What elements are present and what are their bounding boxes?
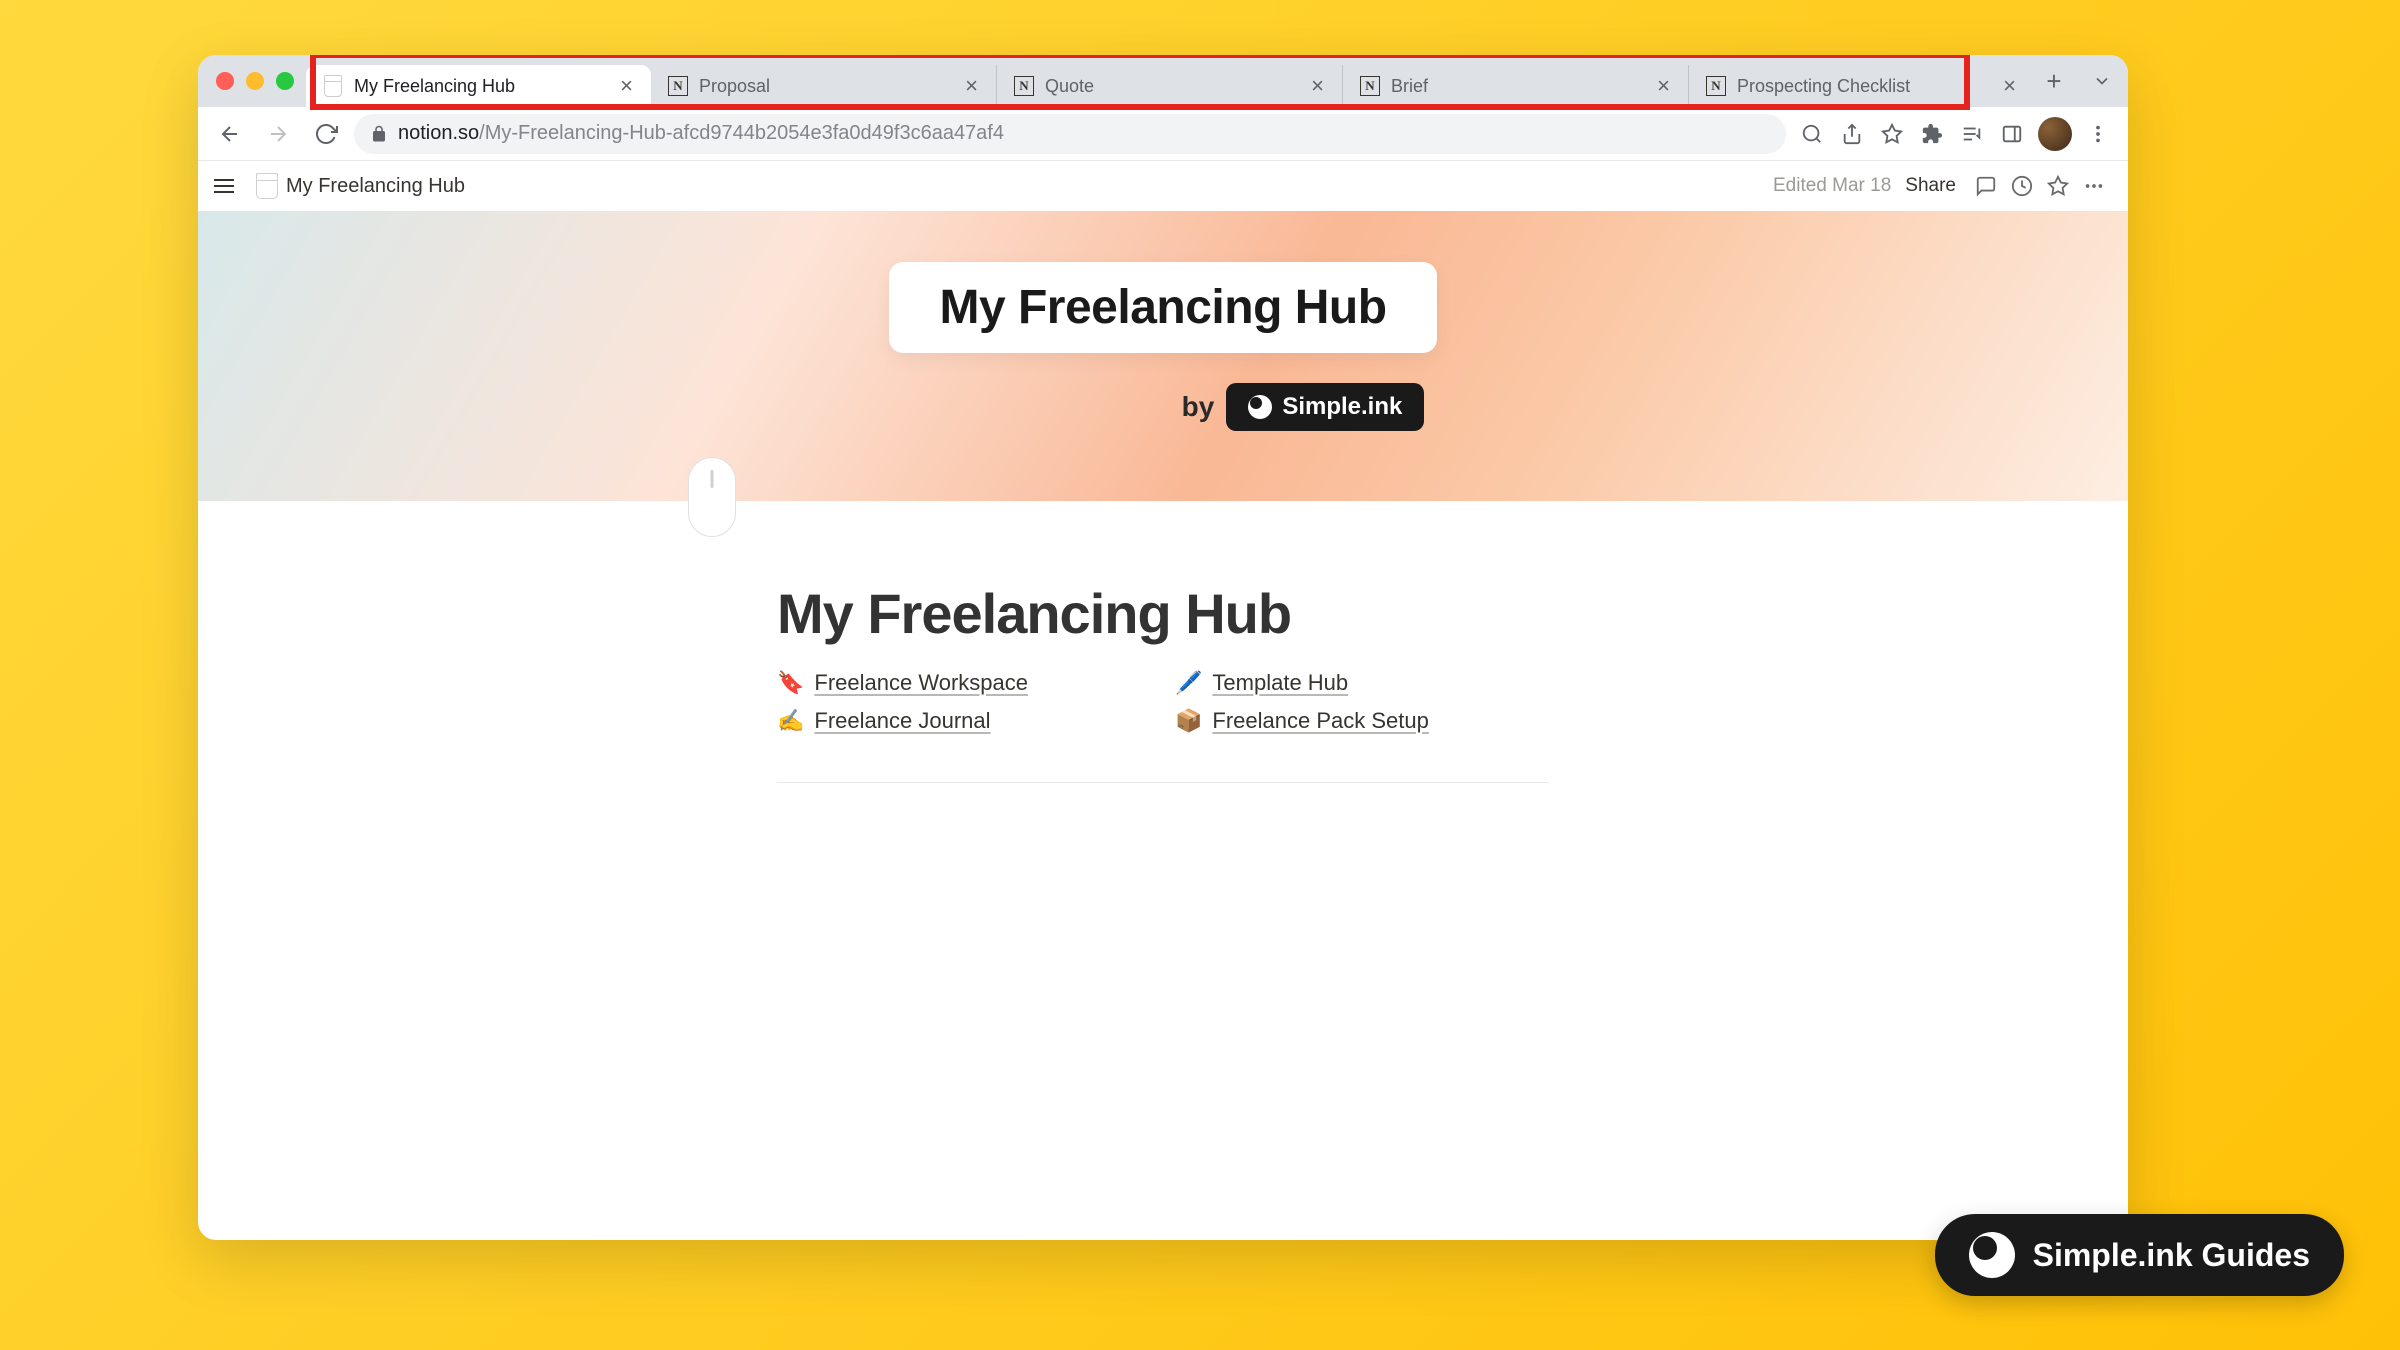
link-freelance-pack-setup[interactable]: 📦 Freelance Pack Setup — [1175, 708, 1549, 734]
edited-timestamp: Edited Mar 18 — [1773, 175, 1891, 197]
page-body: My Freelancing Hub 🔖 Freelance Workspace… — [198, 501, 2128, 783]
window-close-button[interactable] — [216, 72, 234, 90]
back-button[interactable] — [210, 114, 250, 154]
favorite-star-icon[interactable] — [2040, 168, 2076, 204]
url-text: notion.so/My-Freelancing-Hub-afcd9744b20… — [398, 122, 1004, 145]
links-grid: 🔖 Freelance Workspace 🖊️ Template Hub ✍️… — [777, 670, 1549, 734]
tab-my-freelancing-hub[interactable]: My Freelancing Hub × — [306, 65, 651, 107]
lock-icon — [370, 125, 388, 143]
page-emoji-icon[interactable] — [688, 457, 736, 537]
search-icon[interactable] — [1794, 116, 1830, 152]
tab-prospecting-checklist[interactable]: N Prospecting Checklist × — [1689, 65, 2034, 107]
cover-title: My Freelancing Hub — [939, 280, 1386, 335]
notion-favicon-icon: N — [1013, 75, 1035, 97]
tab-proposal[interactable]: N Proposal × — [651, 65, 997, 107]
extensions-icon[interactable] — [1914, 116, 1950, 152]
more-menu-icon[interactable] — [2076, 168, 2112, 204]
link-freelance-workspace[interactable]: 🔖 Freelance Workspace — [777, 670, 1151, 696]
side-panel-icon[interactable] — [1994, 116, 2030, 152]
tab-bar: My Freelancing Hub × N Proposal × N Quot… — [198, 55, 2128, 107]
link-label: Freelance Pack Setup — [1212, 708, 1428, 734]
notion-favicon-icon: N — [667, 75, 689, 97]
guides-badge-label: Simple.ink Guides — [2033, 1237, 2310, 1274]
updates-icon[interactable] — [2004, 168, 2040, 204]
tab-brief[interactable]: N Brief × — [1343, 65, 1689, 107]
window-controls — [216, 72, 294, 90]
link-label: Freelance Journal — [814, 708, 990, 734]
breadcrumb-title[interactable]: My Freelancing Hub — [286, 175, 465, 198]
link-label: Freelance Workspace — [814, 670, 1028, 696]
link-freelance-journal[interactable]: ✍️ Freelance Journal — [777, 708, 1151, 734]
window-maximize-button[interactable] — [276, 72, 294, 90]
by-label: by — [1182, 391, 1215, 423]
tab-title: My Freelancing Hub — [354, 76, 606, 97]
page-cover[interactable]: My Freelancing Hub by Simple.ink — [198, 211, 2128, 501]
tab-title: Proposal — [699, 76, 951, 97]
tabs-container: My Freelancing Hub × N Proposal × N Quot… — [306, 55, 2034, 107]
url-bar[interactable]: notion.so/My-Freelancing-Hub-afcd9744b20… — [354, 114, 1786, 154]
notion-content: My Freelancing Hub by Simple.ink My Free… — [198, 211, 2128, 1240]
writing-emoji-icon: ✍️ — [777, 708, 804, 734]
link-label: Template Hub — [1212, 670, 1348, 696]
page-icon — [256, 173, 278, 199]
page-favicon-icon — [322, 75, 344, 97]
comments-icon[interactable] — [1968, 168, 2004, 204]
reading-list-icon[interactable] — [1954, 116, 1990, 152]
simple-ink-label: Simple.ink — [1282, 393, 1402, 421]
tab-quote[interactable]: N Quote × — [997, 65, 1343, 107]
simple-ink-logo-icon — [1969, 1232, 2015, 1278]
chrome-menu-icon[interactable] — [2080, 116, 2116, 152]
simple-ink-badge: Simple.ink — [1226, 383, 1424, 431]
address-bar: notion.so/My-Freelancing-Hub-afcd9744b20… — [198, 107, 2128, 161]
notion-sidebar-toggle[interactable] — [214, 179, 244, 193]
simple-ink-guides-badge: Simple.ink Guides — [1935, 1214, 2344, 1296]
page-title[interactable]: My Freelancing Hub — [777, 581, 1549, 646]
share-button[interactable]: Share — [1905, 175, 1956, 197]
link-template-hub[interactable]: 🖊️ Template Hub — [1175, 670, 1549, 696]
tab-close-button[interactable]: × — [1307, 73, 1328, 99]
browser-window: My Freelancing Hub × N Proposal × N Quot… — [198, 55, 2128, 1240]
notion-topbar: My Freelancing Hub Edited Mar 18 Share — [198, 161, 2128, 211]
tab-close-button[interactable]: × — [961, 73, 982, 99]
window-minimize-button[interactable] — [246, 72, 264, 90]
profile-avatar[interactable] — [2038, 117, 2072, 151]
simple-ink-logo-icon — [1248, 395, 1272, 419]
package-emoji-icon: 📦 — [1175, 708, 1202, 734]
bookmark-star-icon[interactable] — [1874, 116, 1910, 152]
pen-emoji-icon: 🖊️ — [1175, 670, 1202, 696]
bookmark-emoji-icon: 🔖 — [777, 670, 804, 696]
new-tab-button[interactable]: + — [2034, 66, 2074, 97]
tab-title: Quote — [1045, 76, 1297, 97]
tab-title: Prospecting Checklist — [1737, 76, 1989, 97]
notion-favicon-icon: N — [1705, 75, 1727, 97]
tab-overflow-button[interactable] — [2082, 71, 2122, 91]
notion-favicon-icon: N — [1359, 75, 1381, 97]
share-icon[interactable] — [1834, 116, 1870, 152]
tab-close-button[interactable]: × — [1653, 73, 1674, 99]
reload-button[interactable] — [306, 114, 346, 154]
forward-button[interactable] — [258, 114, 298, 154]
address-actions — [1794, 116, 2116, 152]
cover-byline: by Simple.ink — [1182, 383, 1425, 431]
tab-close-button[interactable]: × — [616, 73, 637, 99]
cover-title-card: My Freelancing Hub — [889, 262, 1436, 353]
tab-close-button[interactable]: × — [1999, 73, 2020, 99]
horizontal-divider — [777, 782, 1549, 783]
tab-title: Brief — [1391, 76, 1643, 97]
page-content: My Freelancing Hub 🔖 Freelance Workspace… — [777, 581, 1549, 783]
